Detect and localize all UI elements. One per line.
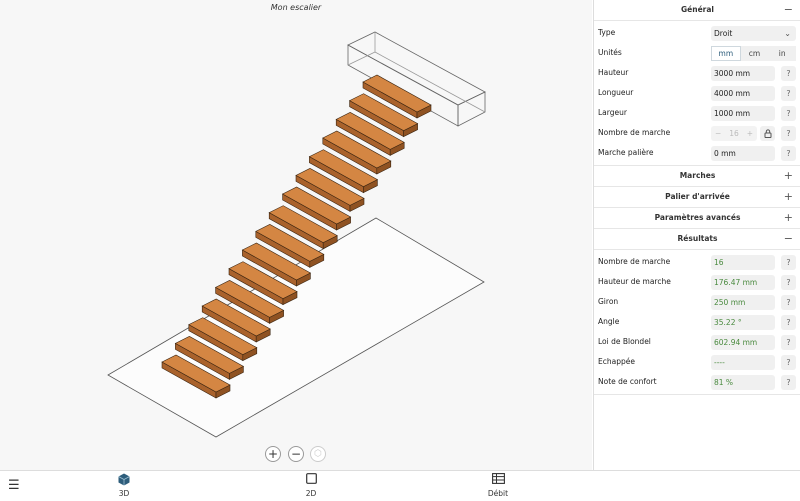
section-palier-title: Palier d'arrivée xyxy=(665,192,730,201)
zoom-in-button[interactable]: + xyxy=(265,446,281,462)
increment-button[interactable]: + xyxy=(747,126,753,141)
section-resultats-title: Résultats xyxy=(677,234,718,243)
longueur-input[interactable]: 4000 mm xyxy=(711,86,775,101)
settings-panel: Général − Type Droit ⌄ Unités mm cm in H… xyxy=(593,0,800,470)
section-marches-title: Marches xyxy=(679,171,716,180)
table-icon xyxy=(468,473,528,487)
section-avances-header[interactable]: Paramètres avancés + xyxy=(594,208,800,229)
result-help-button[interactable]: ? xyxy=(781,375,796,390)
result-value: ---- xyxy=(711,355,775,370)
result-value: 176.47 mm xyxy=(711,275,775,290)
section-general-header[interactable]: Général − xyxy=(594,0,800,21)
tab-2d-label: 2D xyxy=(305,489,317,498)
section-general-title: Général xyxy=(681,5,714,14)
tab-3d-label: 3D xyxy=(118,489,130,498)
type-select[interactable]: Droit ⌄ xyxy=(711,26,796,41)
hauteur-input[interactable]: 3000 mm xyxy=(711,66,775,81)
lock-icon xyxy=(764,129,771,138)
tab-debit-label: Débit xyxy=(487,489,509,498)
result-help-button[interactable]: ? xyxy=(781,335,796,350)
row-nombre-marche: Nombre de marche − 16 + ? xyxy=(594,123,800,143)
result-row: Nombre de marche 16? xyxy=(594,252,800,272)
result-value: 250 mm xyxy=(711,295,775,310)
row-units: Unités mm cm in xyxy=(594,43,800,63)
results-list: Nombre de marche 16? Hauteur de marche 176.… xyxy=(594,252,800,392)
cube-icon xyxy=(94,473,154,487)
result-help-button[interactable]: ? xyxy=(781,255,796,270)
result-label: Note de confort xyxy=(598,377,657,386)
result-row: Note de confort 81 %? xyxy=(594,372,800,392)
unit-mm-option[interactable]: mm xyxy=(711,46,741,61)
staircase-3d-drawing xyxy=(107,31,486,438)
result-label: Hauteur de marche xyxy=(598,277,671,286)
marche-paliere-label: Marche palière xyxy=(598,148,654,157)
units-toggle: mm cm in xyxy=(711,46,797,61)
result-label: Giron xyxy=(598,297,619,306)
decrement-button[interactable]: − xyxy=(715,126,721,141)
result-label: Nombre de marche xyxy=(598,257,671,266)
result-help-button[interactable]: ? xyxy=(781,275,796,290)
tab-3d[interactable]: 3D xyxy=(94,473,154,498)
nombre-marche-stepper: − 16 + xyxy=(711,126,757,141)
marche-paliere-input[interactable]: 0 mm xyxy=(711,146,775,161)
largeur-label: Largeur xyxy=(598,108,627,117)
expand-avances-button[interactable]: + xyxy=(784,208,793,228)
result-help-button[interactable]: ? xyxy=(781,355,796,370)
nombre-marche-help-button[interactable]: ? xyxy=(781,126,796,141)
result-value: 35.22 ° xyxy=(711,315,775,330)
collapse-resultats-button[interactable]: − xyxy=(784,229,793,249)
unit-cm-option[interactable]: cm xyxy=(740,46,769,61)
hamburger-menu-icon[interactable]: ☰ xyxy=(8,479,20,492)
row-hauteur: Hauteur 3000 mm ? xyxy=(594,63,800,83)
expand-palier-button[interactable]: + xyxy=(784,187,793,207)
result-row: Echappée ----? xyxy=(594,352,800,372)
square-icon xyxy=(281,473,341,487)
result-help-button[interactable]: ? xyxy=(781,315,796,330)
section-marches-header[interactable]: Marches + xyxy=(594,165,800,187)
hauteur-help-button[interactable]: ? xyxy=(781,66,796,81)
longueur-help-button[interactable]: ? xyxy=(781,86,796,101)
type-label: Type xyxy=(598,28,616,37)
expand-marches-button[interactable]: + xyxy=(784,166,793,186)
chevron-down-icon: ⌄ xyxy=(784,29,791,38)
unit-in-option[interactable]: in xyxy=(768,46,797,61)
units-label: Unités xyxy=(598,48,622,57)
row-largeur: Largeur 1000 mm ? xyxy=(594,103,800,123)
result-value: 602.94 mm xyxy=(711,335,775,350)
result-label: Angle xyxy=(598,317,620,326)
result-row: Hauteur de marche 176.47 mm? xyxy=(594,272,800,292)
section-palier-header[interactable]: Palier d'arrivée + xyxy=(594,187,800,208)
hauteur-label: Hauteur xyxy=(598,68,629,77)
result-row: Angle 35.22 °? xyxy=(594,312,800,332)
result-help-button[interactable]: ? xyxy=(781,295,796,310)
viewport-3d[interactable]: Mon escalier + − ⬡ xyxy=(0,0,592,470)
collapse-general-button[interactable]: − xyxy=(784,0,793,20)
lock-button[interactable] xyxy=(760,126,775,141)
type-select-value: Droit xyxy=(714,29,733,38)
result-label: Echappée xyxy=(598,357,635,366)
result-value: 81 % xyxy=(711,375,775,390)
marche-paliere-help-button[interactable]: ? xyxy=(781,146,796,161)
tab-debit[interactable]: Débit xyxy=(468,473,528,498)
largeur-help-button[interactable]: ? xyxy=(781,106,796,121)
section-resultats-header[interactable]: Résultats − xyxy=(594,229,800,250)
nombre-marche-label: Nombre de marche xyxy=(598,128,671,137)
largeur-input[interactable]: 1000 mm xyxy=(711,106,775,121)
row-marche-paliere: Marche palière 0 mm ? xyxy=(594,143,800,163)
result-row: Giron 250 mm? xyxy=(594,292,800,312)
result-row: Loi de Blondel 602.94 mm? xyxy=(594,332,800,352)
row-longueur: Longueur 4000 mm ? xyxy=(594,83,800,103)
tab-2d[interactable]: 2D xyxy=(281,473,341,498)
nombre-marche-value: 16 xyxy=(729,129,739,138)
row-type: Type Droit ⌄ xyxy=(594,23,800,43)
longueur-label: Longueur xyxy=(598,88,634,97)
zoom-out-button[interactable]: − xyxy=(288,446,304,462)
section-avances-title: Paramètres avancés xyxy=(654,213,741,222)
result-value: 16 xyxy=(711,255,775,270)
reset-view-icon[interactable]: ⬡ xyxy=(310,446,326,462)
result-label: Loi de Blondel xyxy=(598,337,651,346)
bottom-bar: ☰ 3D 2D Débit xyxy=(0,470,800,501)
